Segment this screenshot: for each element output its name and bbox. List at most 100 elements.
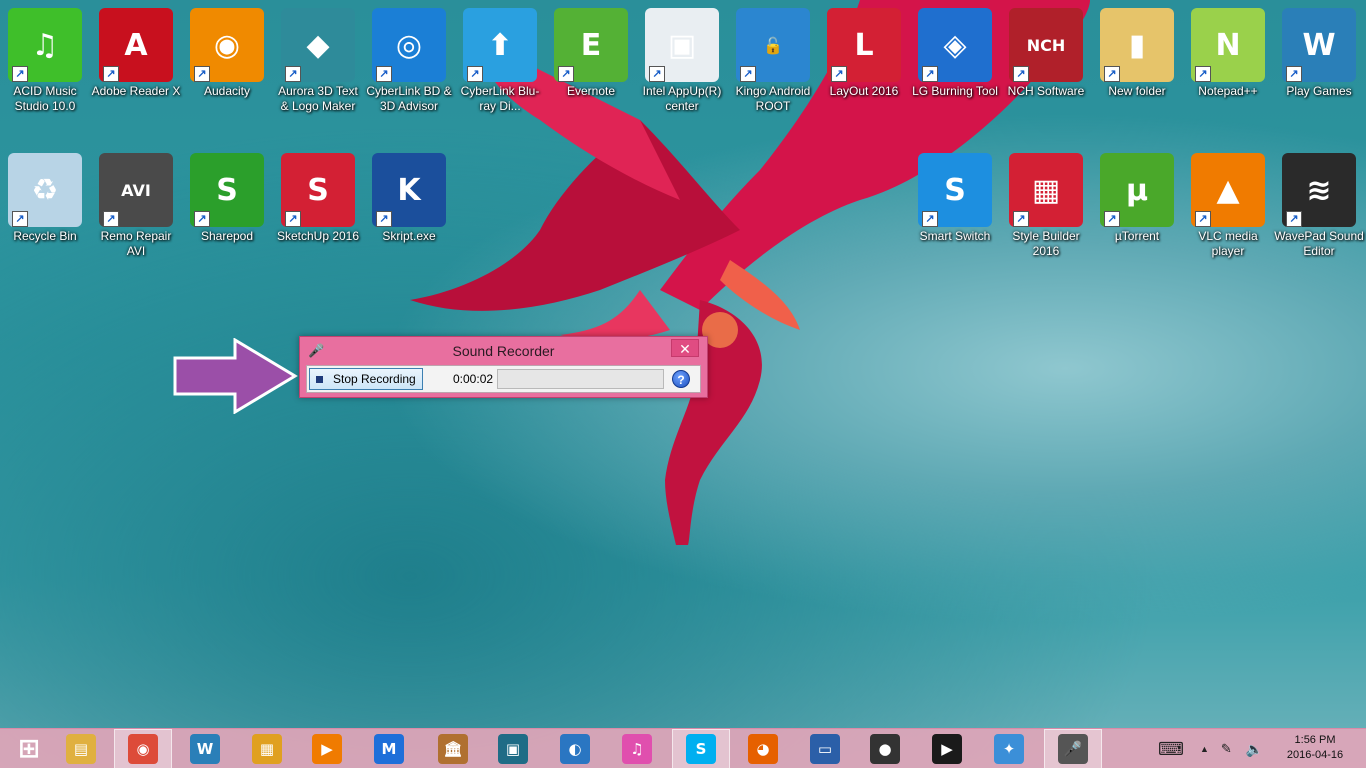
system-tray: ⌨ ▲ ✎ 🔈 [1158, 729, 1263, 768]
desktop-icon-label: LayOut 2016 [829, 84, 899, 98]
taskbar-chrome[interactable]: ◉ [114, 729, 172, 768]
library-icon: 🏛 [438, 734, 468, 764]
intel-appup-icon: ▣ ↗ [645, 8, 719, 82]
style-builder-icon: ▦ ↗ [1009, 153, 1083, 227]
itunes-icon: ♫ [622, 734, 652, 764]
desktop-icon[interactable]: S ↗ Sharepod [184, 153, 270, 244]
taskbar-file-explorer[interactable]: ▤ [52, 729, 110, 768]
desktop-icon[interactable]: K ↗ Skript.exe [366, 153, 452, 244]
desktop-icon[interactable]: ▮ ↗ New folder [1094, 8, 1180, 99]
taskbar-malwarebytes[interactable]: M [360, 729, 418, 768]
desktop-icon[interactable]: ◈ ↗ LG Burning Tool [912, 8, 998, 99]
taskbar-safari[interactable]: ✦ [980, 729, 1038, 768]
taskbar-store[interactable]: ▦ [238, 729, 296, 768]
desktop-icon-label: Play Games [1286, 84, 1352, 98]
close-button[interactable]: ✕ [671, 339, 699, 357]
desktop-icon-label: Remo Repair AVI [100, 229, 172, 258]
desktop-icon[interactable]: ♻ ↗ Recycle Bin [2, 153, 88, 244]
volume-icon[interactable]: 🔈 [1246, 741, 1263, 758]
windows-logo-icon: ⊞ [18, 734, 40, 764]
desktop-icon[interactable]: L ↗ LayOut 2016 [821, 8, 907, 99]
desktop-icon-label: Style Builder 2016 [1012, 229, 1080, 258]
microphone-icon: 🎤 [1058, 734, 1088, 764]
desktop-icon[interactable]: ◉ ↗ Audacity [184, 8, 270, 99]
pointer-arrow [173, 338, 298, 414]
clock-date: 2016-04-16 [1286, 749, 1344, 761]
taskbar-remote-desktop[interactable]: ▭ [796, 729, 854, 768]
show-hidden-icons-icon[interactable]: ▲ [1200, 744, 1209, 754]
sound-recorder-window[interactable]: 🎤 Sound Recorder ✕ Stop Recording 0:00:0… [299, 336, 708, 398]
firefox-icon: ◕ [748, 734, 778, 764]
shortcut-arrow-icon: ↗ [376, 211, 392, 227]
desktop-icon[interactable]: ⬆ ↗ CyberLink Blu-ray Di... [457, 8, 543, 114]
shortcut-arrow-icon: ↗ [1195, 211, 1211, 227]
desktop-icon[interactable]: AVI ↗ Remo Repair AVI [93, 153, 179, 259]
desktop-icon-label: SketchUp 2016 [276, 229, 360, 243]
taskbar-play-games[interactable]: W [176, 729, 234, 768]
taskbar-media-center[interactable]: ▶ [918, 729, 976, 768]
desktop-icon[interactable]: A ↗ Adobe Reader X [91, 8, 181, 99]
desktop-icon[interactable]: ≋ ↗ WavePad Sound Editor [1274, 153, 1364, 259]
desktop-icon-label: µTorrent [1114, 229, 1160, 243]
utorrent-icon: µ ↗ [1100, 153, 1174, 227]
shortcut-arrow-icon: ↗ [1013, 211, 1029, 227]
taskbar-firefox[interactable]: ◕ [734, 729, 792, 768]
taskbar-webcam[interactable]: ● [856, 729, 914, 768]
acid-music-icon: ♫ ↗ [8, 8, 82, 82]
desktop-icon[interactable]: E ↗ Evernote [548, 8, 634, 99]
desktop-icon[interactable]: W ↗ Play Games [1276, 8, 1362, 99]
desktop-icon[interactable]: ◆ ↗ Aurora 3D Text & Logo Maker [275, 8, 361, 114]
desktop-icon[interactable]: ▣ ↗ Intel AppUp(R) center [639, 8, 725, 114]
desktop-icon-label: Notepad++ [1198, 84, 1258, 98]
level-meter [497, 369, 664, 389]
taskbar-bird-app[interactable]: ◐ [546, 729, 604, 768]
desktop-icon[interactable]: ▦ ↗ Style Builder 2016 [1003, 153, 1089, 259]
wavepad-icon: ≋ ↗ [1282, 153, 1356, 227]
desktop-icon-label: VLC media player [1198, 229, 1258, 258]
keyboard-icon[interactable]: ⌨ [1158, 739, 1184, 760]
desktop-icon[interactable]: NCH ↗ NCH Software [1003, 8, 1089, 99]
cyberlink-bluray-icon: ⬆ ↗ [463, 8, 537, 82]
taskbar-media-player[interactable]: ▣ [484, 729, 542, 768]
taskbar-start-button[interactable]: ⊞ [0, 729, 58, 768]
shortcut-arrow-icon: ↗ [1104, 211, 1120, 227]
desktop-icon[interactable]: S ↗ Smart Switch [912, 153, 998, 244]
skript-icon: K ↗ [372, 153, 446, 227]
desktop-icon[interactable]: ♫ ↗ ACID Music Studio 10.0 [2, 8, 88, 114]
clock[interactable]: 1:56 PM 2016-04-16 [1280, 733, 1350, 763]
help-button[interactable]: ? [672, 370, 690, 388]
malwarebytes-icon: M [374, 734, 404, 764]
desktop-icon[interactable]: N ↗ Notepad++ [1185, 8, 1271, 99]
taskbar-library[interactable]: 🏛 [424, 729, 482, 768]
shortcut-arrow-icon: ↗ [103, 66, 119, 82]
taskbar-sound-recorder[interactable]: 🎤 [1044, 729, 1102, 768]
window-title-bar[interactable]: 🎤 Sound Recorder [300, 337, 707, 365]
video-player-icon: ▶ [312, 734, 342, 764]
desktop-icon[interactable]: ◎ ↗ CyberLink BD & 3D Advisor [366, 8, 452, 114]
vlc-icon: ▲ ↗ [1191, 153, 1265, 227]
window-title: Sound Recorder [452, 343, 555, 359]
shortcut-arrow-icon: ↗ [649, 66, 665, 82]
desktop-icon-label: Adobe Reader X [91, 84, 181, 98]
stop-recording-button[interactable]: Stop Recording [309, 368, 423, 390]
desktop-icon-label: Kingo Android ROOT [735, 84, 811, 113]
bird-icon: ◐ [560, 734, 590, 764]
desktop-icon[interactable]: µ ↗ µTorrent [1094, 153, 1180, 244]
nch-software-icon: NCH ↗ [1009, 8, 1083, 82]
microphone-tray-icon[interactable]: ✎ [1221, 741, 1232, 757]
taskbar-itunes[interactable]: ♫ [608, 729, 666, 768]
desktop-icon-label: CyberLink BD & 3D Advisor [366, 84, 452, 113]
desktop-icon[interactable]: ▲ ↗ VLC media player [1185, 153, 1271, 259]
shortcut-arrow-icon: ↗ [285, 66, 301, 82]
remote-desktop-icon: ▭ [810, 734, 840, 764]
taskbar-video-player[interactable]: ▶ [298, 729, 356, 768]
taskbar-skype[interactable]: S [672, 729, 730, 768]
stop-icon [316, 375, 323, 383]
desktop-icon[interactable]: 🔓 ↗ Kingo Android ROOT [730, 8, 816, 114]
elapsed-time: 0:00:02 [453, 372, 494, 386]
shortcut-arrow-icon: ↗ [1104, 66, 1120, 82]
microphone-icon: 🎤 [308, 343, 325, 358]
desktop-icon[interactable]: S ↗ SketchUp 2016 [275, 153, 361, 244]
play-games-icon: W [190, 734, 220, 764]
desktop-icon-label: Sharepod [200, 229, 254, 243]
